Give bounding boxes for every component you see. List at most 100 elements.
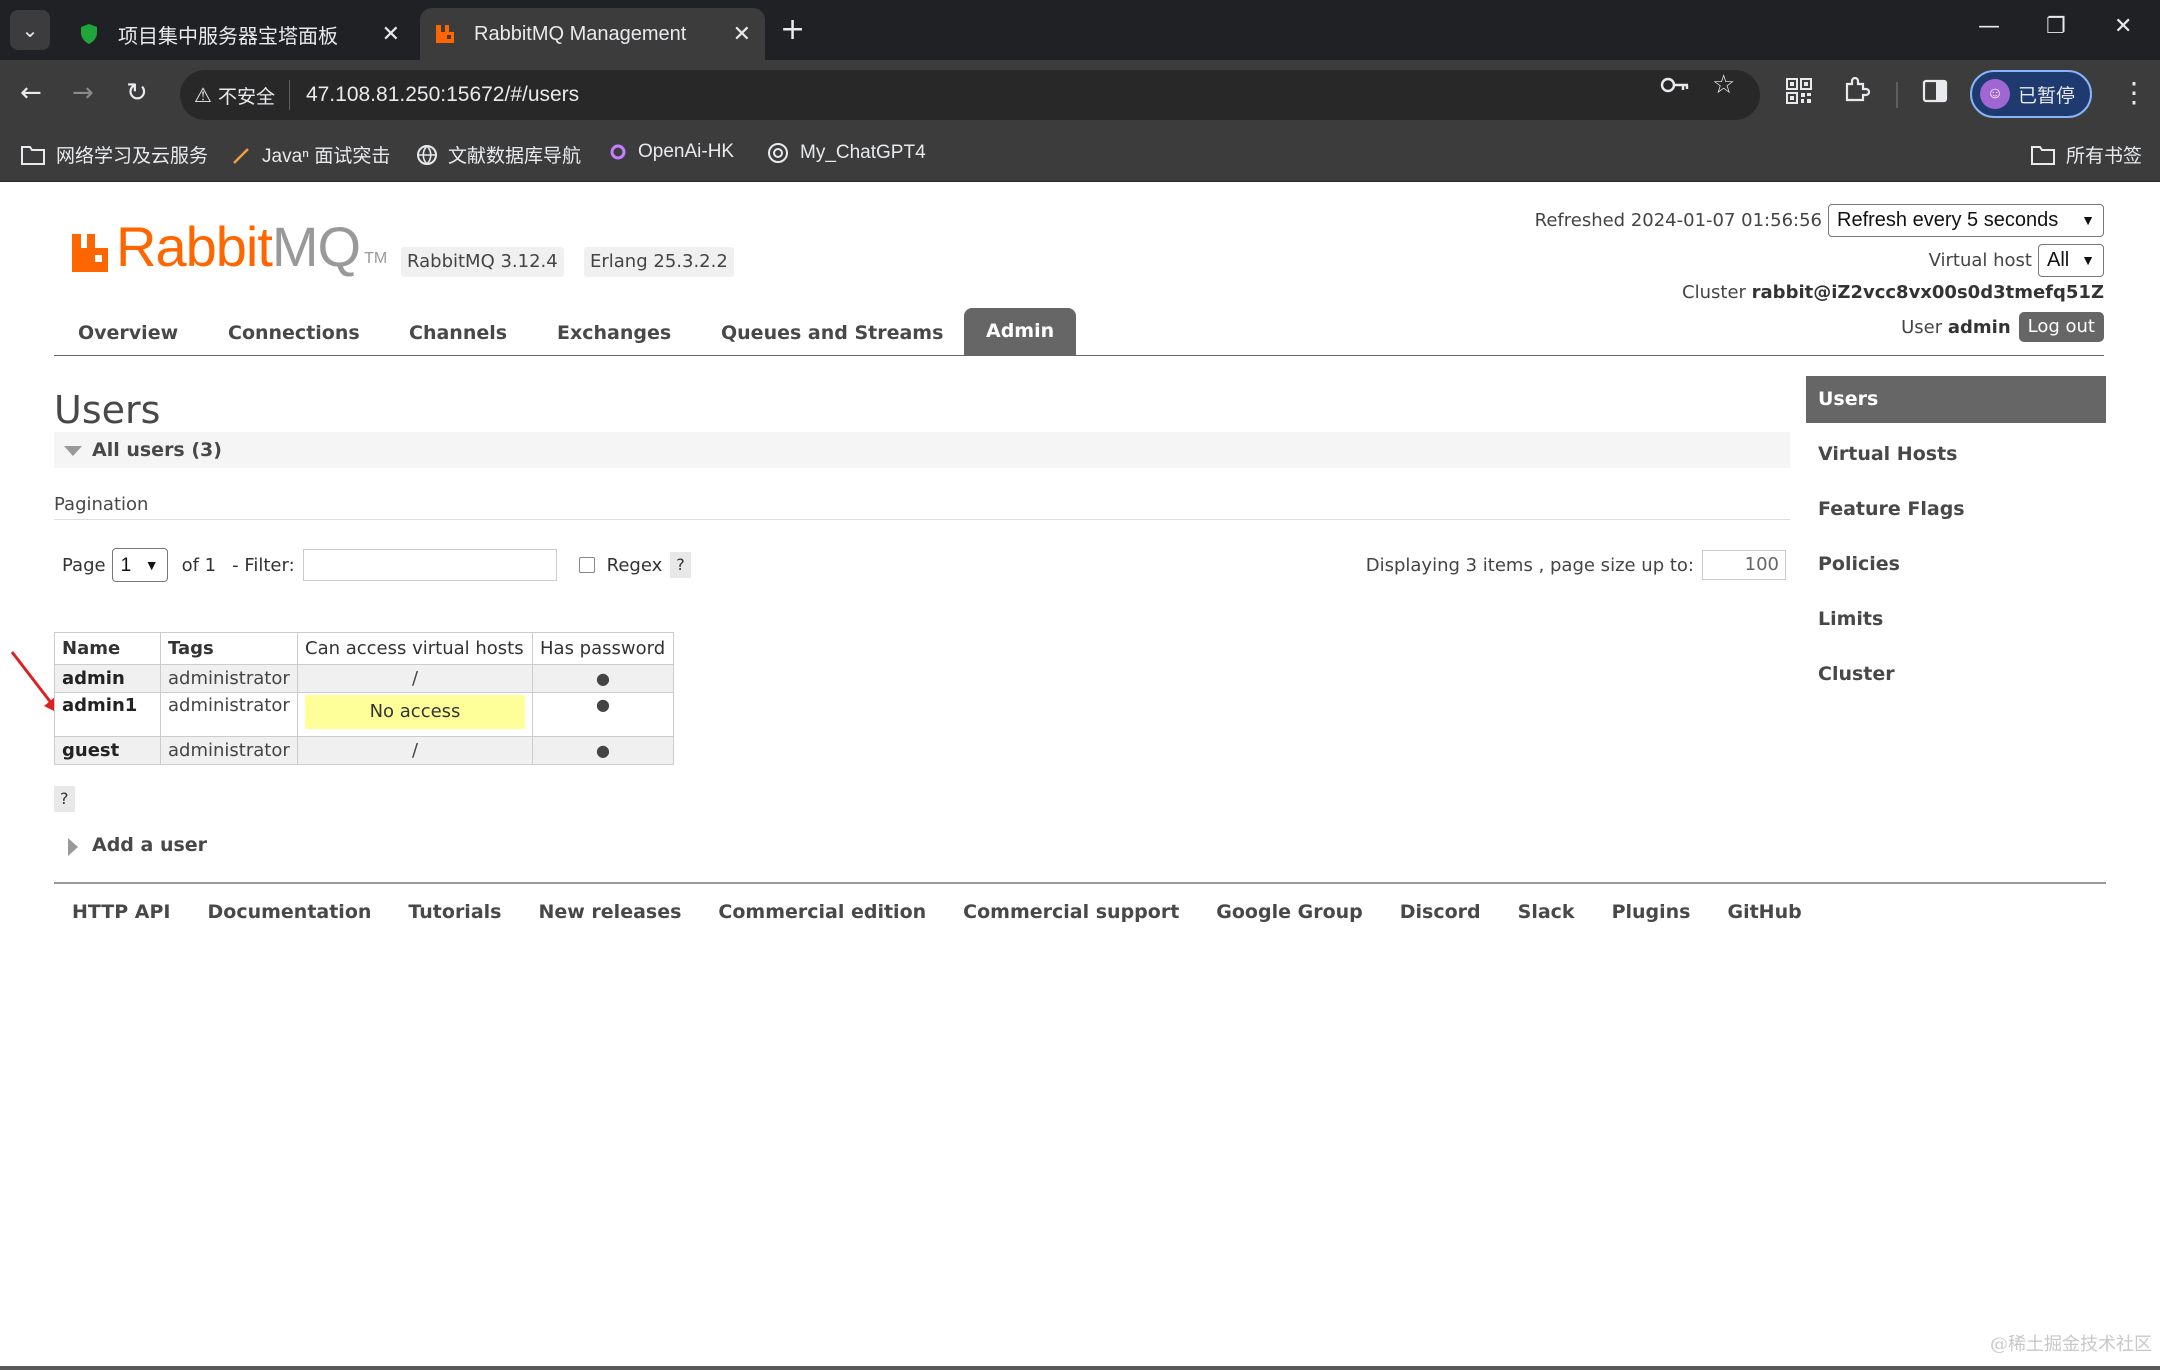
restore-icon[interactable]: ❐ <box>2046 14 2066 39</box>
user-name-link[interactable]: admin1 <box>54 692 161 737</box>
key-icon[interactable] <box>1660 72 1690 104</box>
filter-input[interactable] <box>302 549 557 581</box>
tab-overview[interactable]: Overview <box>78 310 178 356</box>
rabbitmq-logo[interactable]: RabbitMQ TM <box>70 219 387 275</box>
user-name-link[interactable]: guest <box>54 736 161 765</box>
footer-link-http-api[interactable]: HTTP API <box>72 901 171 923</box>
bookmark-item[interactable]: Javaⁿ 面试突击 <box>232 141 390 168</box>
bookmark-label: 网络学习及云服务 <box>56 146 209 167</box>
avatar: ☺ <box>1980 79 2010 109</box>
user-tags: administrator <box>160 664 298 693</box>
folder-icon <box>20 144 46 166</box>
sidebar-item-feature-flags[interactable]: Feature Flags <box>1806 486 2106 533</box>
page-select[interactable]: 1 ▼ <box>111 548 168 582</box>
add-user-toggle[interactable]: Add a user <box>54 834 207 856</box>
openai-icon <box>766 141 790 165</box>
chevron-down-icon: ▼ <box>2081 252 2095 268</box>
user-has-password: ● <box>532 692 674 737</box>
tab-connections[interactable]: Connections <box>228 310 360 356</box>
table-help-button[interactable]: ? <box>54 786 75 812</box>
folder-icon <box>2030 144 2056 166</box>
toolbar-divider <box>1896 82 1898 108</box>
profile-button[interactable]: ☺ 已暂停 <box>1970 70 2092 118</box>
footer-link-slack[interactable]: Slack <box>1518 901 1575 923</box>
address-bar: ← → ↻ ⚠ 不安全 47.108.81.250:15672/#/users … <box>0 60 2160 128</box>
omnibox[interactable]: ⚠ 不安全 47.108.81.250:15672/#/users <box>180 70 1760 120</box>
shield-icon <box>78 23 100 45</box>
sidebar-item-virtual-hosts[interactable]: Virtual Hosts <box>1806 431 2106 478</box>
extensions-puzzle-icon[interactable] <box>1842 76 1871 110</box>
sidebar-item-limits[interactable]: Limits <box>1806 596 2106 643</box>
displaying-info: Displaying 3 items , page size up to: 10… <box>1366 547 1786 583</box>
bookmark-folder[interactable]: 网络学习及云服务 <box>20 141 208 168</box>
tab-baota[interactable]: 项目集中服务器宝塔面板 ✕ <box>64 8 414 60</box>
col-vhosts: Can access virtual hosts <box>297 632 533 665</box>
filter-label: - Filter: <box>232 554 295 576</box>
rabbitmq-favicon-icon <box>434 23 456 45</box>
user-tags: administrator <box>160 736 298 765</box>
close-window-icon[interactable]: ✕ <box>2114 14 2132 39</box>
bookmarks-bar: 网络学习及云服务 Javaⁿ 面试突击 文献数据库导航 OpenAi-HK My… <box>0 128 2160 182</box>
bookmark-item[interactable]: OpenAi-HK <box>608 141 734 163</box>
forward-arrow-icon[interactable]: → <box>72 78 94 108</box>
footer-link-tutorials[interactable]: Tutorials <box>408 901 501 923</box>
vhost-select[interactable]: All ▼ <box>2038 244 2104 277</box>
tab-admin[interactable]: Admin <box>964 308 1077 356</box>
minimize-icon[interactable]: — <box>1978 14 2000 39</box>
footer-link-google-group[interactable]: Google Group <box>1216 901 1362 923</box>
sidebar-item-cluster[interactable]: Cluster <box>1806 651 2106 698</box>
new-tab-plus-icon[interactable]: + <box>780 14 805 46</box>
footer-link-plugins[interactable]: Plugins <box>1612 901 1691 923</box>
tab-exchanges[interactable]: Exchanges <box>557 310 671 356</box>
bookmark-label: OpenAi-HK <box>638 141 735 162</box>
side-panel-icon[interactable] <box>1922 78 1948 110</box>
col-tags[interactable]: Tags <box>160 632 298 665</box>
add-user-label: Add a user <box>92 834 208 856</box>
bookmark-item[interactable]: 文献数据库导航 <box>416 141 581 168</box>
vhost-row: Virtual host All ▼ <box>1929 244 2104 277</box>
table-row[interactable]: admin1 administrator No access ● <box>54 692 674 737</box>
tab-search-chevron-icon[interactable]: ⌄ <box>10 10 50 50</box>
footer-link-commercial-edition[interactable]: Commercial edition <box>718 901 926 923</box>
tab-queues-and-streams[interactable]: Queues and Streams <box>721 310 943 356</box>
close-tab-icon[interactable]: ✕ <box>382 21 400 47</box>
sidebar-item-users[interactable]: Users <box>1806 376 2106 423</box>
footer-link-github[interactable]: GitHub <box>1727 901 1801 923</box>
openai-icon <box>608 142 628 162</box>
window-bottom-edge <box>0 1366 2160 1370</box>
security-indicator[interactable]: ⚠ 不安全 <box>194 80 290 110</box>
col-name[interactable]: Name <box>54 632 161 665</box>
user-name-link[interactable]: admin <box>54 664 161 693</box>
reload-icon[interactable]: ↻ <box>126 78 148 108</box>
page-size-input[interactable]: 100 <box>1702 550 1786 580</box>
footer-link-discord[interactable]: Discord <box>1400 901 1481 923</box>
url-text[interactable]: 47.108.81.250:15672/#/users <box>306 83 579 107</box>
table-row[interactable]: guest administrator / ● <box>54 736 674 765</box>
regex-checkbox[interactable] <box>578 557 595 573</box>
back-arrow-icon[interactable]: ← <box>20 78 42 108</box>
all-bookmarks-label: 所有书签 <box>2066 146 2143 167</box>
tab-channels[interactable]: Channels <box>409 310 507 356</box>
all-bookmarks[interactable]: 所有书签 <box>2030 141 2142 168</box>
footer-link-new-releases[interactable]: New releases <box>538 901 681 923</box>
regex-help-button[interactable]: ? <box>670 552 691 578</box>
tab-title: RabbitMQ Management <box>474 22 687 45</box>
bookmark-label: 文献数据库导航 <box>448 146 582 167</box>
qr-code-icon[interactable] <box>1786 78 1812 110</box>
sidebar-item-policies[interactable]: Policies <box>1806 541 2106 588</box>
chevron-down-icon: ▼ <box>144 556 159 573</box>
menu-kebab-icon[interactable]: ⋮ <box>2120 76 2148 109</box>
bookmark-star-icon[interactable]: ☆ <box>1712 70 1735 100</box>
browser-tab-bar: ⌄ 项目集中服务器宝塔面板 ✕ RabbitMQ Management ✕ + … <box>0 0 2160 60</box>
tab-rabbitmq[interactable]: RabbitMQ Management ✕ <box>420 8 765 60</box>
vhost-select-value: All <box>2047 249 2070 271</box>
close-tab-icon[interactable]: ✕ <box>733 21 751 47</box>
bookmark-item[interactable]: My_ChatGPT4 <box>766 141 926 165</box>
all-users-toggle[interactable]: All users (3) <box>54 432 1790 468</box>
footer-link-commercial-support[interactable]: Commercial support <box>963 901 1179 923</box>
table-row[interactable]: admin administrator / ● <box>54 664 674 693</box>
footer-link-documentation[interactable]: Documentation <box>208 901 372 923</box>
refresh-interval-select[interactable]: Refresh every 5 seconds ▼ <box>1828 204 2104 237</box>
user-vhosts: / <box>297 736 533 765</box>
cluster-name: rabbit@iZ2vcc8vx00s0d3tmefq51Z <box>1751 282 2104 303</box>
